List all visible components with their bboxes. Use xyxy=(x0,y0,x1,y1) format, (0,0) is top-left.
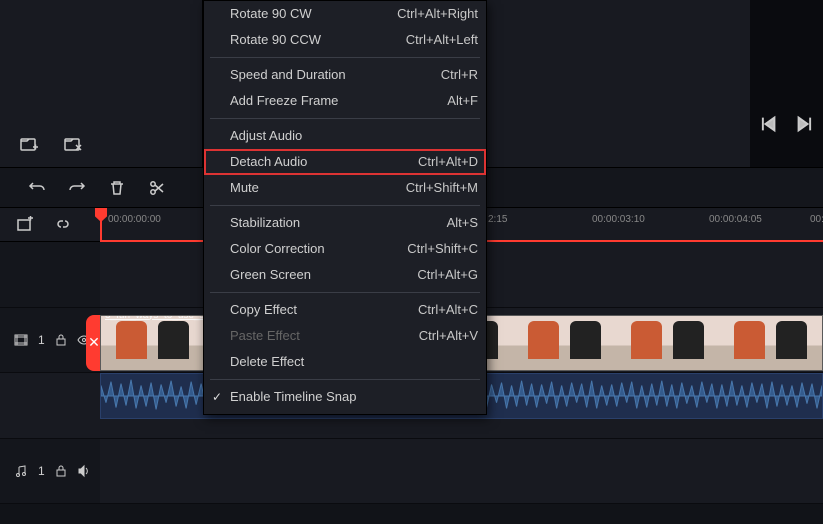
menu-rotate-cw[interactable]: Rotate 90 CWCtrl+Alt+Right xyxy=(204,1,486,27)
menu-detach-audio[interactable]: Detach AudioCtrl+Alt+D xyxy=(204,149,486,175)
video-track-label[interactable]: 1 xyxy=(0,308,100,374)
audio-track-label[interactable]: 1 xyxy=(0,439,100,505)
undo-icon[interactable] xyxy=(28,179,46,197)
add-marker-icon[interactable] xyxy=(16,216,34,234)
track-label xyxy=(0,242,100,308)
menu-freeze-frame[interactable]: Add Freeze FrameAlt+F xyxy=(204,88,486,114)
prev-frame-icon[interactable] xyxy=(759,115,777,133)
link-icon[interactable] xyxy=(54,216,72,234)
new-folder-icon[interactable] xyxy=(20,135,38,153)
ruler-tick: 00:00:00:00 xyxy=(108,214,161,225)
menu-green-screen[interactable]: Green ScreenCtrl+Alt+G xyxy=(204,262,486,288)
menu-paste-effect: Paste EffectCtrl+Alt+V xyxy=(204,323,486,349)
ruler-tick: 2:15 xyxy=(488,214,507,225)
lock-icon[interactable] xyxy=(55,334,67,346)
ruler-tick: 00:0 xyxy=(810,214,823,225)
ruler-tick: 00:00:03:10 xyxy=(592,214,645,225)
next-frame-icon[interactable] xyxy=(796,115,814,133)
speaker-icon[interactable] xyxy=(77,464,91,478)
menu-timeline-snap[interactable]: Enable Timeline Snap xyxy=(204,384,486,410)
menu-copy-effect[interactable]: Copy EffectCtrl+Alt+C xyxy=(204,297,486,323)
lock-icon[interactable] xyxy=(55,465,67,477)
menu-delete-effect[interactable]: Delete Effect xyxy=(204,349,486,375)
menu-speed-duration[interactable]: Speed and DurationCtrl+R xyxy=(204,62,486,88)
redo-icon[interactable] xyxy=(68,179,86,197)
delete-folder-icon[interactable] xyxy=(64,135,82,153)
menu-stabilization[interactable]: StabilizationAlt+S xyxy=(204,210,486,236)
menu-rotate-ccw[interactable]: Rotate 90 CCWCtrl+Alt+Left xyxy=(204,27,486,53)
delete-icon[interactable] xyxy=(108,179,126,197)
menu-adjust-audio[interactable]: Adjust Audio xyxy=(204,123,486,149)
music-icon xyxy=(14,464,28,478)
ruler-tick: 00:00:04:05 xyxy=(709,214,762,225)
context-menu: Rotate 90 CWCtrl+Alt+Right Rotate 90 CCW… xyxy=(203,0,487,415)
menu-mute[interactable]: MuteCtrl+Shift+M xyxy=(204,175,486,201)
split-icon[interactable] xyxy=(148,179,166,197)
menu-color-correction[interactable]: Color CorrectionCtrl+Shift+C xyxy=(204,236,486,262)
